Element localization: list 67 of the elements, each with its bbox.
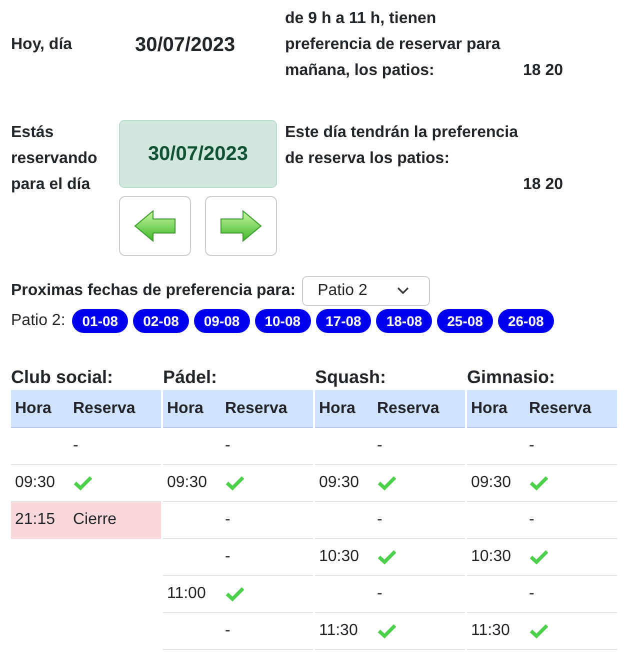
booking-cell: - bbox=[377, 585, 382, 603]
chevron-down-icon bbox=[396, 287, 409, 295]
previous-day-button[interactable] bbox=[119, 196, 191, 256]
booking-cell: - bbox=[225, 437, 230, 455]
right-arrow-icon bbox=[219, 209, 263, 243]
time-cell: 09:30 bbox=[15, 474, 56, 491]
today-label: Hoy, día bbox=[11, 35, 74, 55]
booking-cell: - bbox=[73, 437, 78, 455]
booking-cell: - bbox=[225, 622, 230, 640]
date-badge: 18-08 bbox=[376, 309, 432, 333]
column-header: Hora bbox=[318, 400, 356, 418]
checkmark-icon bbox=[377, 475, 397, 491]
time-cell: 10:30 bbox=[471, 548, 512, 565]
preference-note: Este día tendrán la preferencia de reserva los patios: bbox=[285, 123, 520, 169]
today-date: 30/07/2023 bbox=[134, 33, 236, 58]
section-title: Gimnasio: bbox=[467, 367, 556, 388]
column-header: Reserva bbox=[529, 400, 592, 418]
booking-cell: - bbox=[225, 548, 230, 566]
booking-cell: - bbox=[377, 437, 382, 455]
booking-cell: - bbox=[377, 511, 382, 529]
column-header: Hora bbox=[14, 400, 52, 418]
time-cell: 09:30 bbox=[167, 474, 208, 491]
checkmark-icon bbox=[225, 475, 245, 491]
checkmark-icon bbox=[529, 623, 549, 639]
checkmark-icon bbox=[225, 586, 245, 602]
court-numbers: 18 20 bbox=[523, 175, 564, 195]
time-cell: 21:15 bbox=[15, 511, 56, 528]
section-title: Club social: bbox=[11, 367, 114, 388]
booking-label: Estás reservando para el día bbox=[11, 123, 98, 195]
date-badge: 17-08 bbox=[316, 309, 372, 333]
checkmark-icon bbox=[377, 549, 397, 565]
upcoming-label: Proximas fechas de preferencia para: bbox=[11, 282, 296, 300]
booking-cell: - bbox=[225, 511, 230, 529]
checkmark-icon bbox=[529, 475, 549, 491]
date-badge: 02-08 bbox=[133, 309, 189, 333]
booking-cell: Cierre bbox=[73, 511, 117, 529]
time-cell: 09:30 bbox=[319, 474, 360, 491]
date-badge: 26-08 bbox=[498, 309, 554, 333]
court-select[interactable]: Patio 2 bbox=[302, 276, 430, 306]
booking-cell: - bbox=[529, 585, 534, 603]
time-cell: 11:30 bbox=[471, 622, 510, 639]
next-day-button[interactable] bbox=[205, 196, 277, 256]
booking-cell: - bbox=[529, 511, 534, 529]
column-header: Hora bbox=[470, 400, 508, 418]
section-title: Squash: bbox=[315, 367, 388, 388]
date-badge: 25-08 bbox=[437, 309, 493, 333]
checkmark-icon bbox=[377, 623, 397, 639]
date-badge: 09-08 bbox=[194, 309, 250, 333]
time-cell: 11:00 bbox=[167, 585, 206, 602]
preference-note: de 9 h a 11 h, tienen preferencia de reservar para mañana, los patios: bbox=[285, 9, 502, 81]
left-arrow-icon bbox=[133, 209, 177, 243]
court-numbers: 18 20 bbox=[523, 61, 564, 81]
booking-date: 30/07/2023 bbox=[119, 120, 277, 188]
checkmark-icon bbox=[529, 549, 549, 565]
time-cell: 09:30 bbox=[471, 474, 512, 491]
booking-cell: - bbox=[529, 437, 534, 455]
column-header: Hora bbox=[166, 400, 204, 418]
time-cell: 11:30 bbox=[319, 622, 358, 639]
court-label: Patio 2: bbox=[11, 312, 66, 330]
date-badge: 10-08 bbox=[254, 309, 311, 333]
column-header: Reserva bbox=[225, 400, 288, 418]
column-header: Reserva bbox=[73, 400, 136, 418]
date-badge: 01-08 bbox=[72, 309, 128, 333]
column-header: Reserva bbox=[377, 400, 440, 418]
checkmark-icon bbox=[73, 475, 93, 491]
time-cell: 10:30 bbox=[319, 548, 360, 565]
section-title: Pádel: bbox=[163, 367, 218, 388]
